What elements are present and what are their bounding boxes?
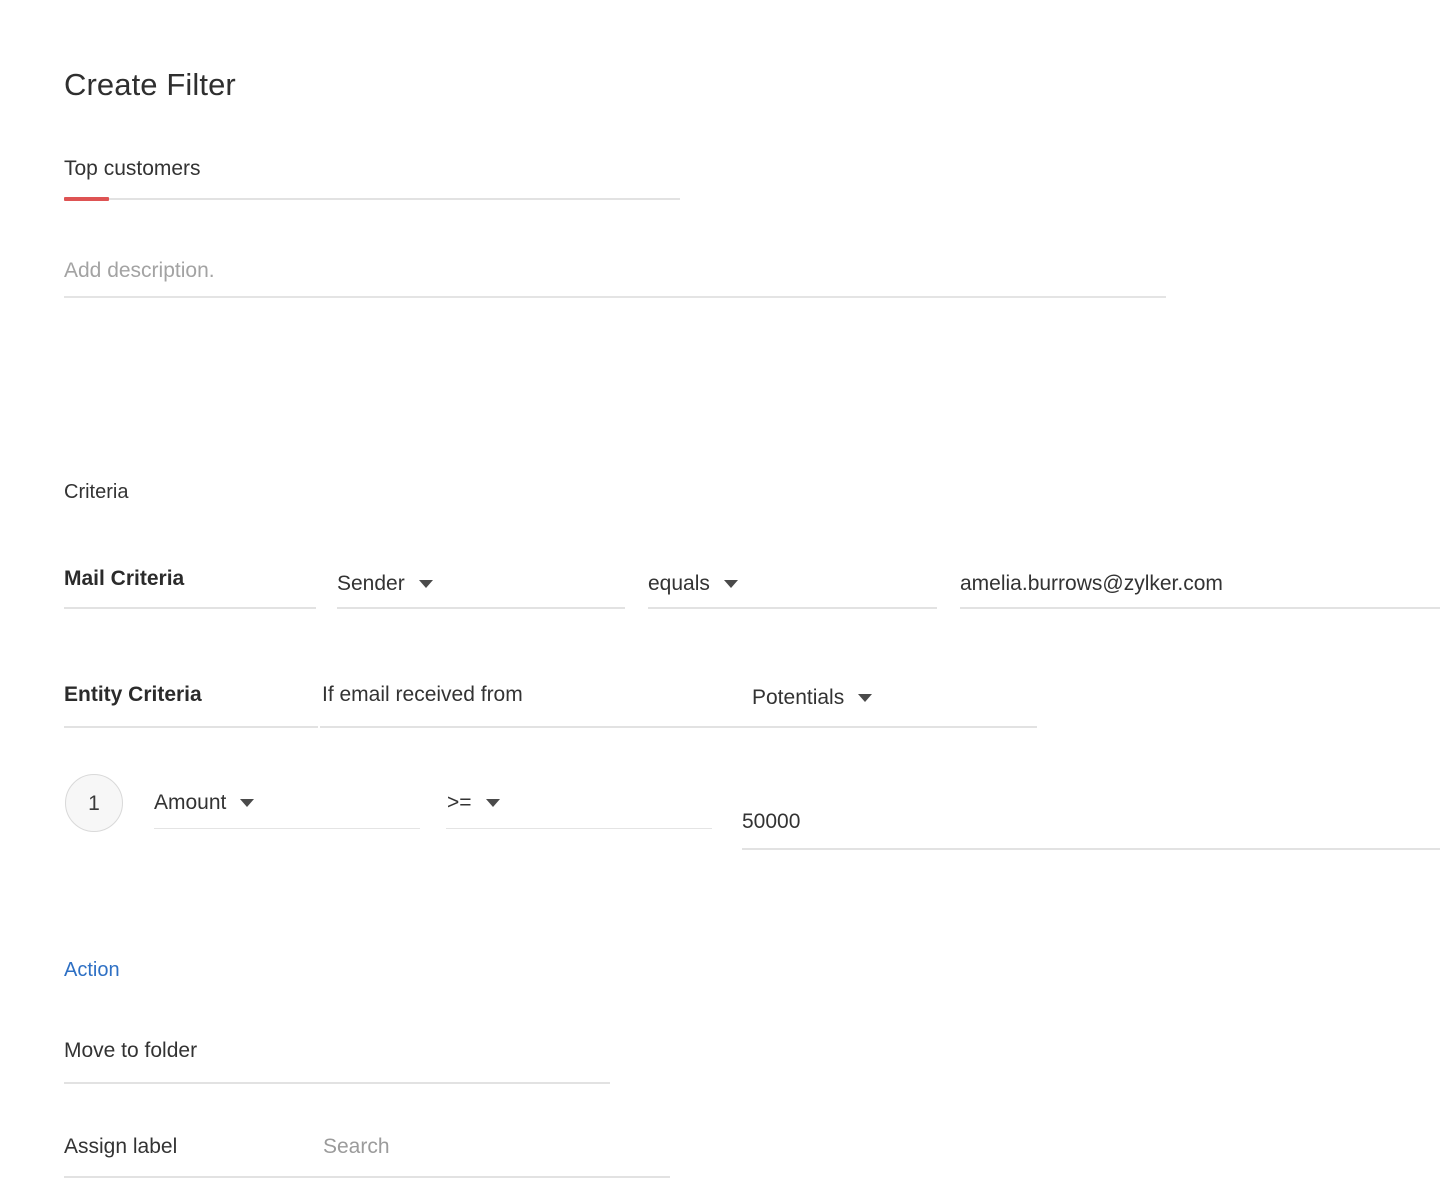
- entity-criteria-module-value: Potentials: [752, 684, 844, 712]
- chevron-down-icon: [240, 799, 254, 807]
- create-filter-page: Create Filter Criteria Mail Criteria Sen…: [0, 0, 1446, 1204]
- entity-criteria-condition-text: If email received from: [322, 681, 523, 709]
- mail-criteria-operator-dropdown[interactable]: equals: [648, 570, 738, 598]
- mail-criteria-label-underline: [64, 607, 316, 609]
- rule-index-badge: 1: [65, 774, 123, 832]
- assign-label-underline: [64, 1176, 670, 1178]
- action-section-heading: Action: [64, 957, 120, 983]
- filter-name-underline: [64, 198, 680, 200]
- filter-name-accent-bar: [64, 197, 109, 201]
- rule-value-underline: [742, 848, 1440, 850]
- page-title: Create Filter: [64, 66, 236, 104]
- rule-operator-value: >=: [447, 789, 472, 817]
- move-to-folder-label: Move to folder: [64, 1037, 197, 1065]
- rule-field-value: Amount: [154, 789, 226, 817]
- assign-label-search-input[interactable]: [323, 1133, 653, 1161]
- mail-criteria-field-underline: [337, 607, 625, 609]
- rule-index-value: 1: [88, 793, 100, 814]
- filter-description-input[interactable]: [64, 257, 1164, 285]
- assign-label-label: Assign label: [64, 1133, 177, 1161]
- entity-criteria-module-dropdown[interactable]: Potentials: [752, 684, 872, 712]
- rule-field-underline: [154, 828, 420, 829]
- mail-criteria-field-dropdown[interactable]: Sender: [337, 570, 433, 598]
- mail-criteria-field-value: Sender: [337, 570, 405, 598]
- mail-criteria-value-input[interactable]: [960, 570, 1430, 598]
- filter-description-underline: [64, 296, 1166, 298]
- entity-criteria-label-underline: [64, 726, 318, 728]
- mail-criteria-operator-underline: [648, 607, 937, 609]
- rule-operator-dropdown[interactable]: >=: [447, 789, 500, 817]
- mail-criteria-value-underline: [960, 607, 1440, 609]
- move-to-folder-underline: [64, 1082, 610, 1084]
- chevron-down-icon: [486, 799, 500, 807]
- mail-criteria-operator-value: equals: [648, 570, 710, 598]
- chevron-down-icon: [858, 694, 872, 702]
- chevron-down-icon: [724, 580, 738, 588]
- entity-criteria-label: Entity Criteria: [64, 681, 202, 709]
- rule-field-dropdown[interactable]: Amount: [154, 789, 254, 817]
- mail-criteria-label: Mail Criteria: [64, 565, 184, 593]
- entity-criteria-module-underline: [320, 726, 1037, 728]
- rule-operator-underline: [446, 828, 712, 829]
- criteria-section-heading: Criteria: [64, 479, 128, 505]
- rule-value-input[interactable]: [742, 808, 1432, 836]
- filter-name-input[interactable]: [64, 155, 664, 183]
- chevron-down-icon: [419, 580, 433, 588]
